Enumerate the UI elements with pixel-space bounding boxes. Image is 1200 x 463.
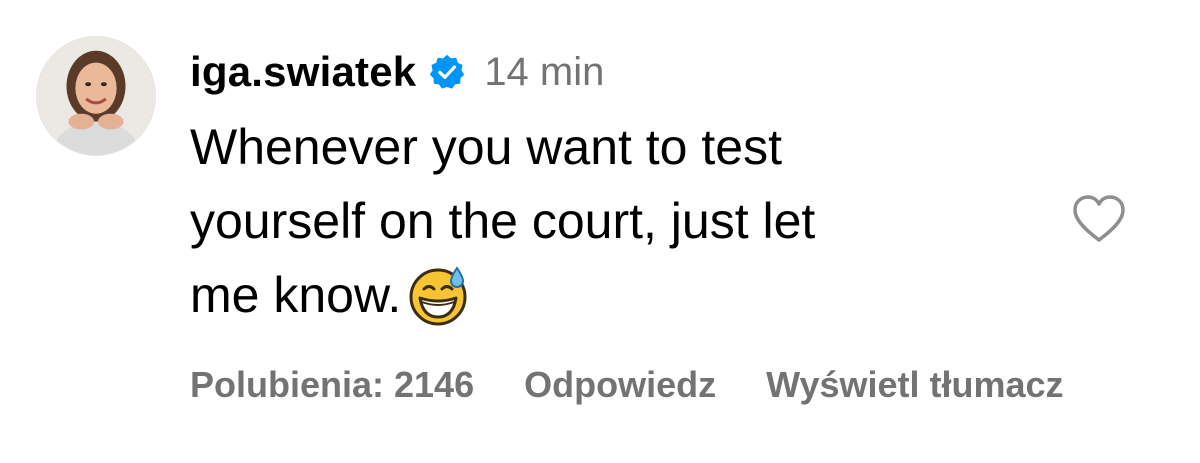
comment-text-line: me know.	[190, 267, 402, 323]
comment-text-line: Whenever you want to test	[190, 119, 782, 175]
translate-button[interactable]: Wyświetl tłumacz	[766, 364, 1104, 406]
username[interactable]: iga.swiatek	[190, 48, 416, 96]
reply-button[interactable]: Odpowiedz	[524, 364, 716, 406]
like-button[interactable]	[1070, 194, 1128, 244]
grinning-sweat-emoji-icon	[405, 262, 471, 328]
verified-badge-icon	[428, 53, 466, 91]
heart-outline-icon	[1073, 195, 1125, 242]
likes-count-button[interactable]: Polubienia: 2146	[190, 364, 474, 406]
comment-text: Whenever you want to test yourself on th…	[190, 110, 1010, 332]
comment-text-line-last: me know.	[190, 258, 1010, 332]
comment-actions: Polubienia: 2146 Odpowiedz Wyświetl tłum…	[190, 364, 1104, 406]
timestamp[interactable]: 14 min	[484, 50, 604, 95]
avatar[interactable]	[36, 36, 156, 156]
comment: iga.swiatek 14 min Whenever you want to …	[0, 0, 1200, 463]
avatar-image	[37, 37, 155, 155]
comment-header: iga.swiatek 14 min	[190, 42, 604, 102]
comment-text-line: yourself on the court, just let	[190, 193, 816, 249]
